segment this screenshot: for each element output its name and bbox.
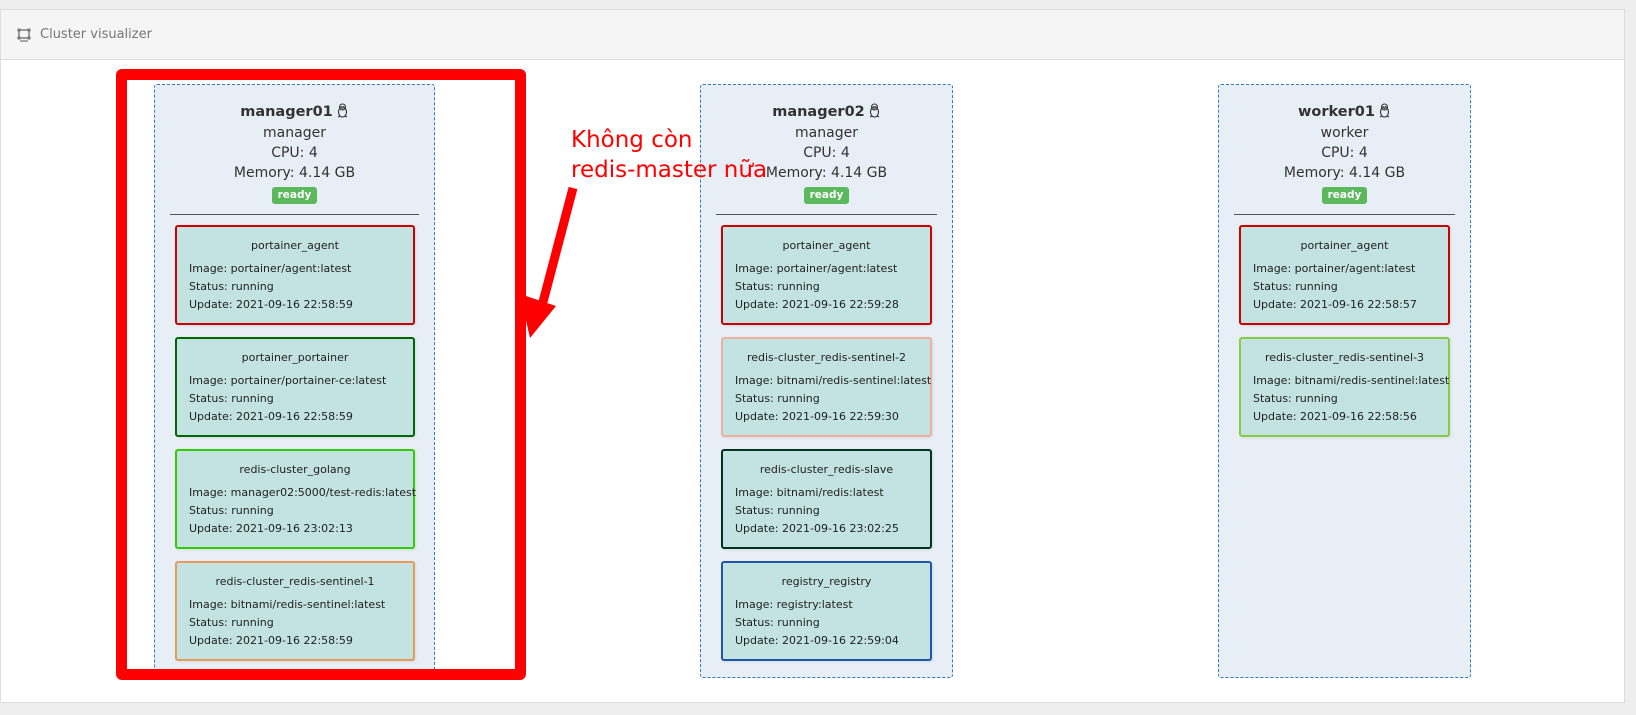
task-update: Update: 2021-09-16 22:58:59	[189, 298, 353, 311]
task-status: Status: running	[1253, 280, 1338, 293]
task-card[interactable]: portainer_agent Image: portainer/agent:l…	[721, 225, 932, 325]
task-image: Image: portainer/agent:latest	[735, 262, 898, 275]
divider	[716, 214, 937, 215]
node-role: worker	[1320, 125, 1369, 141]
task-card[interactable]: registry_registry Image: registry:latest…	[721, 561, 932, 661]
task-update: Update: 2021-09-16 22:59:28	[735, 298, 899, 311]
node-name: manager01	[240, 104, 333, 120]
task-card[interactable]: redis-cluster_redis-slave Image: bitnami…	[721, 449, 932, 549]
task-name: redis-cluster_golang	[239, 463, 351, 476]
task-image: Image: bitnami/redis-sentinel:latest	[189, 598, 386, 611]
task-update: Update: 2021-09-16 22:58:57	[1253, 298, 1417, 311]
task-card[interactable]: portainer_agent Image: portainer/agent:l…	[175, 225, 415, 325]
status-badge: ready	[271, 187, 318, 204]
node-memory: Memory: 4.14 GB	[765, 165, 888, 181]
linux-icon	[1378, 103, 1391, 123]
task-card[interactable]: redis-cluster_redis-sentinel-2 Image: bi…	[721, 337, 932, 437]
node-manager02[interactable]: manager02 manager CPU: 4 Memory: 4.14 GB…	[700, 84, 953, 678]
cluster-icon	[17, 28, 31, 42]
node-memory: Memory: 4.14 GB	[1283, 165, 1406, 181]
node-worker01[interactable]: worker01 worker CPU: 4 Memory: 4.14 GB r…	[1218, 84, 1471, 678]
node-manager01[interactable]: manager01 manager CPU: 4 Memory: 4.14 GB…	[154, 84, 435, 678]
status-badge: ready	[1321, 187, 1368, 204]
task-image: Image: portainer/portainer-ce:latest	[189, 374, 387, 387]
node-cpu: CPU: 4	[1321, 145, 1368, 161]
task-status: Status: running	[735, 392, 820, 405]
node-role: manager	[263, 125, 326, 141]
task-name: redis-cluster_redis-sentinel-3	[1264, 351, 1425, 364]
task-name: portainer_portainer	[241, 351, 349, 364]
node-name: worker01	[1298, 104, 1375, 120]
task-name: portainer_agent	[1300, 239, 1389, 252]
node-role: manager	[795, 125, 858, 141]
task-image: Image: registry:latest	[735, 598, 853, 611]
task-image: Image: bitnami/redis-sentinel:latest	[1253, 374, 1450, 387]
task-card[interactable]: redis-cluster_golang Image: manager02:50…	[175, 449, 417, 549]
task-card[interactable]: portainer_portainer Image: portainer/por…	[175, 337, 415, 437]
task-status: Status: running	[189, 280, 274, 293]
task-status: Status: running	[189, 504, 274, 517]
task-name: registry_registry	[781, 575, 872, 588]
task-status: Status: running	[735, 504, 820, 517]
task-name: redis-cluster_redis-sentinel-2	[746, 351, 907, 364]
task-name: portainer_agent	[251, 239, 339, 252]
task-status: Status: running	[735, 280, 820, 293]
task-update: Update: 2021-09-16 22:59:04	[735, 634, 899, 647]
task-card[interactable]: redis-cluster_redis-sentinel-1 Image: bi…	[175, 561, 415, 661]
panel-header: Cluster visualizer	[1, 10, 1624, 60]
task-name: redis-cluster_redis-slave	[759, 463, 894, 476]
task-update: Update: 2021-09-16 22:58:56	[1253, 410, 1417, 423]
node-name: manager02	[772, 104, 865, 120]
status-badge: ready	[803, 187, 850, 204]
task-image: Image: portainer/agent:latest	[1253, 262, 1416, 275]
task-card[interactable]: redis-cluster_redis-sentinel-3 Image: bi…	[1239, 337, 1450, 437]
task-update: Update: 2021-09-16 22:58:59	[189, 410, 353, 423]
task-status: Status: running	[1253, 392, 1338, 405]
divider	[170, 214, 419, 215]
panel-title: Cluster visualizer	[40, 27, 152, 42]
task-card[interactable]: portainer_agent Image: portainer/agent:l…	[1239, 225, 1450, 325]
task-image: Image: bitnami/redis:latest	[735, 486, 884, 499]
divider	[1234, 214, 1455, 215]
task-status: Status: running	[735, 616, 820, 629]
task-status: Status: running	[189, 616, 274, 629]
task-update: Update: 2021-09-16 22:58:59	[189, 634, 353, 647]
task-image: Image: manager02:5000/test-redis:latest	[189, 486, 417, 499]
task-image: Image: portainer/agent:latest	[189, 262, 352, 275]
task-status: Status: running	[189, 392, 274, 405]
linux-icon	[336, 103, 349, 123]
node-cpu: CPU: 4	[803, 145, 850, 161]
task-name: redis-cluster_redis-sentinel-1	[215, 575, 375, 588]
task-update: Update: 2021-09-16 23:02:13	[189, 522, 353, 535]
node-cpu: CPU: 4	[271, 145, 318, 161]
task-update: Update: 2021-09-16 23:02:25	[735, 522, 899, 535]
task-image: Image: bitnami/redis-sentinel:latest	[735, 374, 932, 387]
linux-icon	[868, 103, 881, 123]
task-name: portainer_agent	[782, 239, 871, 252]
task-update: Update: 2021-09-16 22:59:30	[735, 410, 899, 423]
node-memory: Memory: 4.14 GB	[233, 165, 356, 181]
